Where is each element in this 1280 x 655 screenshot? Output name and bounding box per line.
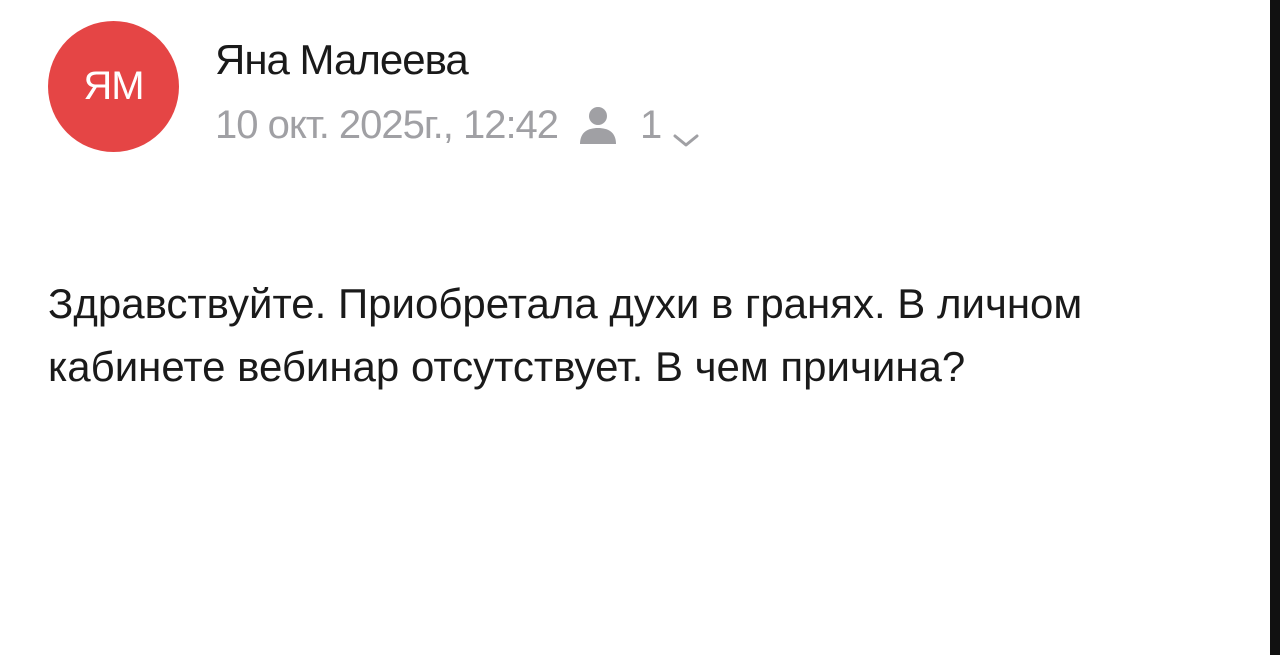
- message-date: 10 окт. 2025г., 12:42: [215, 102, 559, 147]
- avatar-initials: ЯМ: [83, 64, 144, 108]
- email-view: ЯМ Яна Малеева 10 окт. 2025г., 12:42 1 З…: [0, 0, 1280, 655]
- message-body: Здравствуйте. Приобретала духи в гранях.…: [48, 280, 1083, 390]
- message-meta[interactable]: 10 окт. 2025г., 12:42 1: [215, 100, 700, 150]
- person-icon: [576, 103, 620, 147]
- scrollbar[interactable]: [1270, 0, 1280, 655]
- avatar[interactable]: ЯМ: [48, 21, 179, 152]
- chevron-down-icon[interactable]: [672, 115, 700, 147]
- sender-name[interactable]: Яна Малеева: [215, 36, 469, 84]
- recipients-count: 1: [640, 102, 663, 147]
